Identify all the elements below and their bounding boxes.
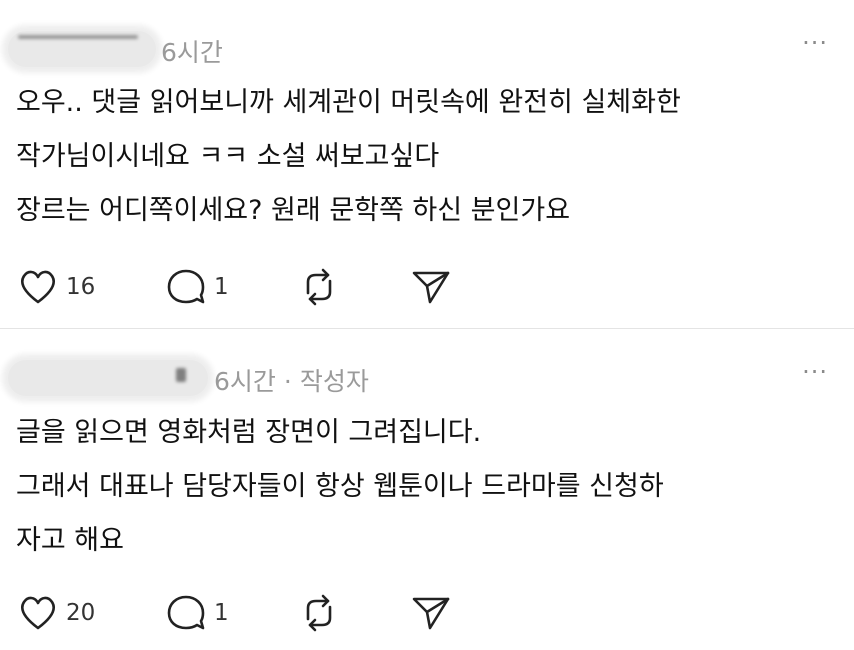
reply-count: 1 [214,274,229,300]
comment-line: 장르는 어디쪽이세요? 원래 문학쪽 하신 분인가요 [16,195,571,226]
more-options-button[interactable]: ··· [802,31,828,55]
share-button[interactable] [410,262,452,312]
meta-separator: · [283,367,292,396]
comment-header: 6시간 · 작성자 ··· [0,356,854,396]
speech-bubble-icon [167,595,205,630]
comment-line: 글을 읽으면 영화처럼 장면이 그려집니다. [16,417,482,448]
comment-header: 6시간 ··· [0,27,854,67]
blurred-username[interactable] [8,360,208,396]
more-options-button[interactable]: ··· [802,360,828,384]
like-button[interactable]: 20 [18,588,95,638]
reply-button[interactable]: 1 [166,588,229,638]
timestamp: 6시간 [161,38,223,67]
blurred-username[interactable] [8,31,156,67]
comment-line: 그래서 대표나 담당자들이 항상 웹툰이나 드라마를 신청하 [16,471,664,502]
heart-icon [20,596,56,630]
like-count: 16 [66,274,96,300]
repost-icon [306,594,332,632]
comment-line: 자고 해요 [16,525,124,556]
like-count: 20 [66,600,96,626]
send-icon [412,597,450,630]
author-tag: 작성자 [299,367,369,396]
reply-count: 1 [214,600,229,626]
action-bar: 20 1 [0,588,854,638]
comment-meta: 6시간 [161,33,223,69]
comment-card: 6시간 · 작성자 ··· 글을 읽으면 영화처럼 장면이 그려집니다. 그래서 대… [0,330,854,650]
share-button[interactable] [410,588,452,638]
comment-meta: 6시간 · 작성자 [214,362,369,398]
comment-divider [0,328,854,329]
comment-card: 6시간 ··· 오우.. 댓글 읽어보니까 세계관이 머릿속에 완전히 실체화한… [0,0,854,328]
reply-button[interactable]: 1 [166,262,229,312]
repost-icon [306,268,332,306]
heart-icon [20,270,56,304]
comment-line: 오우.. 댓글 읽어보니까 세계관이 머릿속에 완전히 실체화한 [16,87,681,118]
comment-line: 작가님이시네요 ㅋㅋ 소설 써보고싶다 [16,141,440,172]
timestamp: 6시간 [214,367,276,396]
comment-text: 오우.. 댓글 읽어보니까 세계관이 머릿속에 완전히 실체화한 작가님이시네요… [16,76,846,238]
comment-text: 글을 읽으면 영화처럼 장면이 그려집니다. 그래서 대표나 담당자들이 항상 … [16,406,846,568]
repost-button[interactable] [298,262,340,312]
send-icon [412,271,450,304]
action-bar: 16 1 [0,262,854,312]
like-button[interactable]: 16 [18,262,95,312]
speech-bubble-icon [167,269,205,304]
repost-button[interactable] [298,588,340,638]
